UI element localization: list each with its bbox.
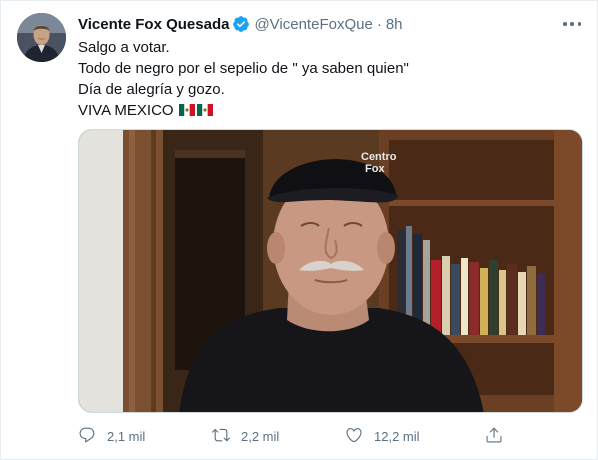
like-button[interactable]: 12,2 mil: [345, 425, 420, 447]
timestamp[interactable]: 8h: [386, 16, 403, 33]
separator-dot: ·: [376, 15, 382, 33]
like-count: 12,2 mil: [374, 428, 420, 444]
author-name[interactable]: Vicente Fox Quesada: [78, 16, 229, 33]
tweet-text: Salgo a votar. Todo de negro por el sepe…: [78, 37, 409, 121]
author-handle[interactable]: @VicenteFoxQue: [254, 16, 372, 33]
photo-image: Centro Fox: [79, 130, 582, 412]
retweet-button[interactable]: 2,2 mil: [212, 425, 279, 447]
verified-badge-icon: [232, 15, 250, 33]
tweet-line: Todo de negro por el sepelio de " ya sab…: [78, 60, 409, 77]
avatar[interactable]: [17, 13, 66, 62]
reply-icon: [78, 426, 96, 447]
tweet-line: VIVA MEXICO: [78, 102, 174, 119]
cap-text: Fox: [365, 163, 385, 175]
share-icon: [485, 426, 503, 447]
tweet-line: Día de alegría y gozo.: [78, 81, 225, 98]
tweet-photo[interactable]: Centro Fox: [78, 129, 583, 413]
tweet-header: Vicente Fox Quesada @VicenteFoxQue · 8h: [78, 14, 403, 34]
more-options-icon[interactable]: [563, 15, 581, 33]
reply-count: 2,1 mil: [107, 428, 146, 444]
share-button[interactable]: [485, 425, 503, 447]
tweet-line-last: VIVA MEXICO: [78, 100, 409, 121]
heart-icon: [345, 426, 363, 447]
mexico-flag-icon: [178, 101, 195, 116]
retweet-count: 2,2 mil: [241, 428, 280, 444]
mexico-flag-icon: [196, 101, 213, 116]
reply-button[interactable]: 2,1 mil: [78, 425, 145, 447]
tweet-line: Salgo a votar.: [78, 39, 170, 56]
tweet-card[interactable]: Vicente Fox Quesada @VicenteFoxQue · 8h …: [0, 0, 598, 460]
cap-text: Centro: [361, 151, 397, 163]
avatar-image: [17, 13, 66, 62]
tweet-actions: 2,1 mil 2,2 mil 12,2 mil: [78, 425, 508, 447]
retweet-icon: [212, 426, 230, 447]
